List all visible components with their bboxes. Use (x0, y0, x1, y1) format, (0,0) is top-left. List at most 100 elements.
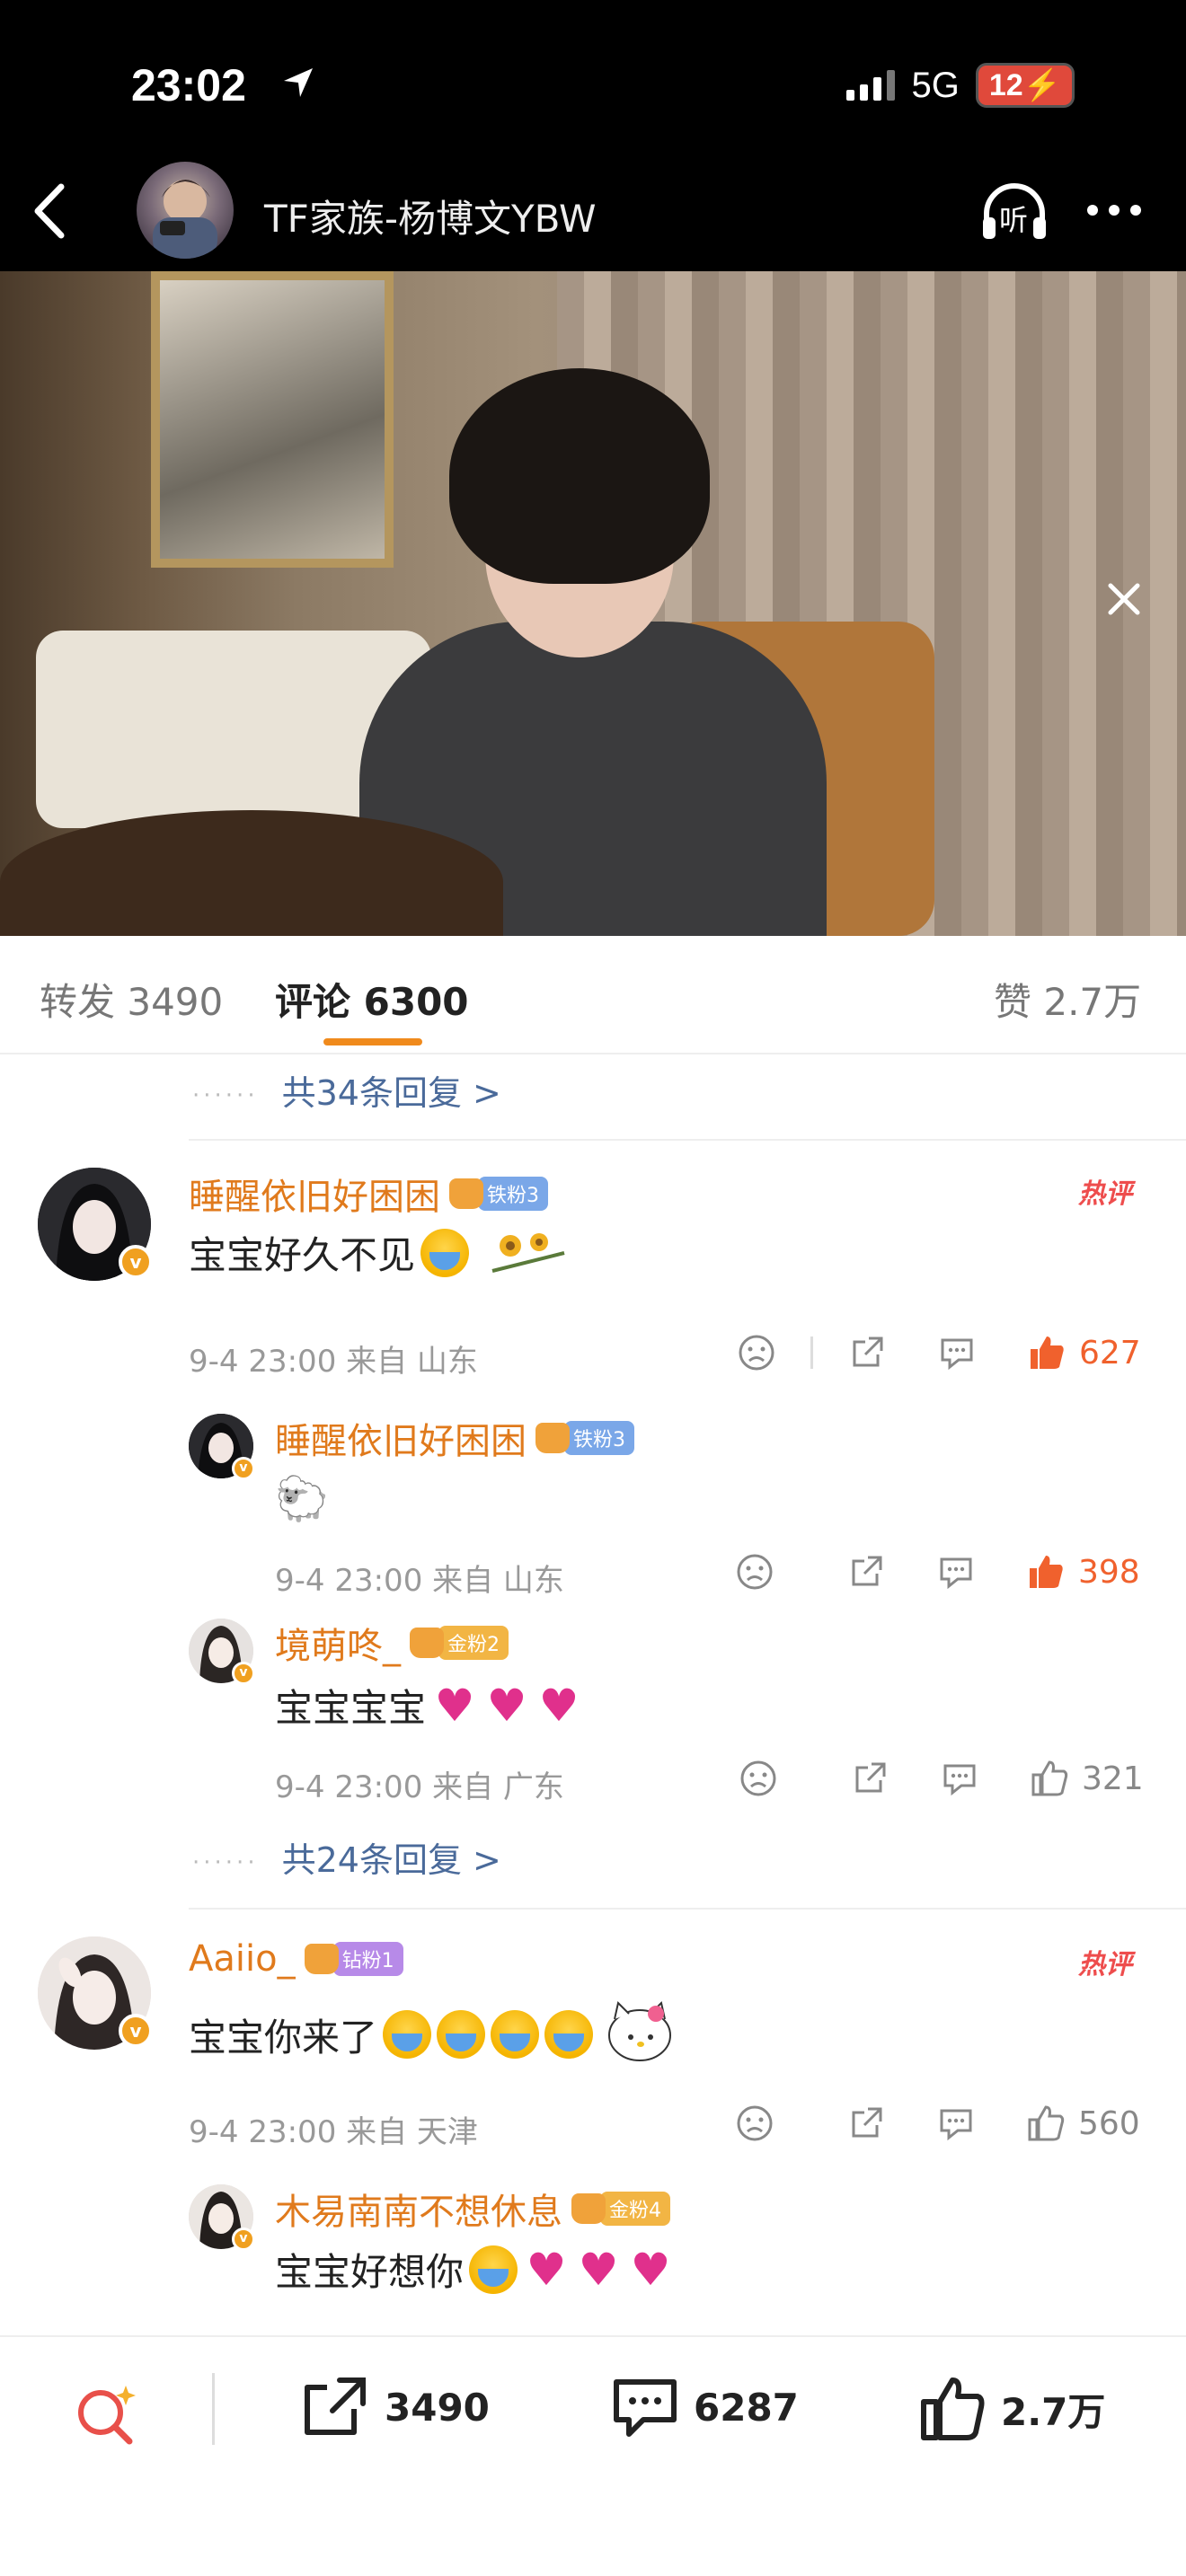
reply-username[interactable]: 睡醒依旧好困困 铁粉3 (275, 1412, 634, 1464)
fan-badge: 金粉4 (571, 2192, 670, 2226)
share-icon (305, 2378, 366, 2435)
status-icons: 5G 12⚡ (846, 63, 1075, 108)
reply-actions: 398 (735, 1552, 1140, 1592)
username-text: 睡醒依旧好困困 (189, 1177, 440, 1218)
network-type: 5G (911, 65, 960, 105)
crying-emoji-icon (469, 2245, 518, 2294)
author-avatar[interactable] (137, 162, 234, 259)
like-count: 560 (1078, 2104, 1140, 2142)
comment-text: 宝宝好久不见 (189, 1225, 573, 1280)
fan-badge: 钻粉1 (304, 1942, 403, 1976)
comment-text-content: 宝宝好久不见 (189, 1233, 416, 1277)
repost-count: 3490 (385, 2385, 490, 2430)
fan-badge-label: 铁粉3 (564, 1421, 634, 1455)
search-sparkle-icon[interactable] (72, 2380, 140, 2448)
comment-count: 6287 (694, 2385, 799, 2430)
repost-button[interactable]: 3490 (300, 2375, 490, 2439)
video-player[interactable] (0, 271, 1186, 936)
pink-heart-icon: ♥ (630, 2243, 671, 2296)
comment-text-content: 宝宝你来了 (189, 2015, 378, 2060)
crown-icon (304, 1944, 339, 1974)
video-scene-person-hair (449, 368, 710, 584)
reply-meta: 9-4 23:00 来自 山东 (275, 1563, 564, 1599)
signal-icon (846, 70, 896, 101)
reply-text: 宝宝宝宝 ♥ ♥ ♥ (275, 1678, 582, 1733)
pink-heart-icon: ♥ (434, 1679, 475, 1732)
share-icon[interactable] (847, 1333, 887, 1372)
dislike-face-icon[interactable] (735, 1552, 774, 1592)
reply-meta: 9-4 23:00 来自 广东 (275, 1769, 564, 1805)
share-icon[interactable] (846, 1552, 886, 1592)
comment-text: 宝宝你来了 (189, 1994, 679, 2075)
more-replies-link[interactable]: ······ 共24条回复 > (192, 1832, 501, 1882)
pink-heart-icon: ♥ (578, 2243, 619, 2296)
like-icon (921, 2378, 985, 2440)
video-scene-painting (151, 271, 394, 568)
crown-icon (449, 1178, 483, 1209)
divider (810, 1337, 813, 1369)
status-time: 23:02 (131, 60, 246, 110)
verified-badge-icon: v (232, 1662, 255, 1685)
reply-icon[interactable] (936, 1552, 976, 1592)
like-icon[interactable] (1026, 1552, 1066, 1592)
dislike-face-icon[interactable] (735, 2104, 774, 2143)
share-icon[interactable] (846, 2104, 886, 2143)
close-icon[interactable] (1102, 577, 1146, 622)
dots-icon: ······ (192, 1081, 259, 1109)
tab-comment[interactable]: 评论 6300 (275, 972, 469, 1027)
tab-repost[interactable]: 转发 3490 (40, 972, 223, 1027)
comment-username[interactable]: 睡醒依旧好困困 铁粉3 (189, 1168, 548, 1220)
dislike-face-icon[interactable] (739, 1759, 778, 1798)
back-arrow-icon[interactable] (27, 180, 72, 243)
listen-button[interactable]: 听 (979, 180, 1049, 244)
username-text: 睡醒依旧好困困 (275, 1421, 527, 1462)
verified-badge-icon: v (119, 1245, 153, 1279)
hot-comment-badge: 热评 (1078, 1178, 1132, 1210)
username-text: Aaiio_ (189, 1938, 296, 1980)
author-name[interactable]: TF家族-杨博文YBW (264, 189, 596, 243)
share-icon[interactable] (850, 1759, 890, 1798)
reply-text: 🐑 (275, 1474, 329, 1524)
like-icon[interactable] (1027, 1333, 1067, 1372)
tab-like[interactable]: 赞 2.7万 (994, 972, 1141, 1027)
dislike-face-icon[interactable] (737, 1333, 776, 1372)
battery-badge: 12⚡ (975, 63, 1075, 108)
fan-badge-label: 钻粉1 (332, 1942, 403, 1976)
post-tabs: 转发 3490 评论 6300 赞 2.7万 (0, 936, 1186, 1054)
more-options-icon[interactable] (1087, 205, 1141, 216)
sunflower-sticker-icon (491, 1232, 565, 1273)
username-text: 木易南南不想休息 (275, 2192, 562, 2233)
divider (189, 1908, 1186, 1910)
author-avatar-image (153, 180, 217, 259)
comment-meta: 9-4 23:00 来自 山东 (189, 1344, 478, 1380)
reply-icon[interactable] (940, 1759, 979, 1798)
more-replies-label: 共34条回复 > (281, 1073, 501, 1113)
fan-badge-label: 金粉2 (438, 1626, 509, 1660)
reply-text-content: 宝宝宝宝 (275, 1686, 427, 1730)
crying-emoji-icon (383, 2010, 432, 2059)
reply-icon[interactable] (937, 1333, 977, 1372)
divider (189, 1139, 1186, 1141)
hello-kitty-sticker-icon (608, 2001, 672, 2061)
reply-username[interactable]: 境萌咚_ 金粉2 (275, 1617, 509, 1669)
comment-button[interactable]: 6287 (611, 2375, 799, 2439)
like-icon[interactable] (1030, 1759, 1069, 1798)
fan-badge-label: 金粉4 (600, 2192, 670, 2226)
comment-actions: 627 (737, 1333, 1141, 1372)
crown-icon (410, 1628, 444, 1658)
dots-icon: ······ (192, 1848, 259, 1876)
pink-heart-icon: ♥ (526, 2243, 567, 2296)
fan-badge: 铁粉3 (449, 1177, 548, 1211)
crown-icon (535, 1423, 570, 1453)
like-icon[interactable] (1026, 2104, 1066, 2143)
comment-username[interactable]: Aaiio_ 钻粉1 (189, 1938, 403, 1980)
like-count: 2.7万 (1001, 2389, 1106, 2434)
username-text: 境萌咚_ (275, 1626, 401, 1667)
reply-username[interactable]: 木易南南不想休息 金粉4 (275, 2183, 670, 2235)
like-count: 627 (1079, 1334, 1141, 1372)
like-button[interactable]: 2.7万 (918, 2375, 1105, 2443)
bottom-action-bar: 3490 6287 2.7万 (0, 2335, 1186, 2576)
reply-text: 宝宝好想你 ♥ ♥ ♥ (275, 2242, 674, 2297)
reply-icon[interactable] (936, 2104, 976, 2143)
more-replies-link[interactable]: ······ 共34条回复 > (192, 1065, 501, 1115)
